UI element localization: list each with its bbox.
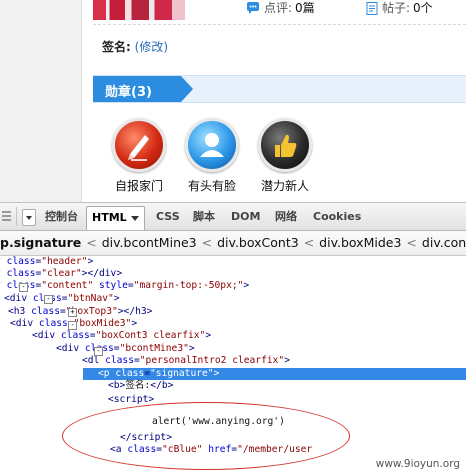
- breadcrumb-item[interactable]: p.signature: [0, 235, 81, 250]
- medal-item[interactable]: 自报家门: [104, 118, 174, 194]
- tree-node[interactable]: <script>: [108, 394, 154, 406]
- dropdown-button[interactable]: [22, 209, 36, 226]
- collapse-icon[interactable]: -: [44, 295, 53, 304]
- tree-node[interactable]: <dl class="personalIntro2 clearfix">: [82, 355, 290, 367]
- collapse-icon[interactable]: -: [68, 321, 77, 330]
- breadcrumb: p.signature < div.bcontMine3 < div.boxCont3 <…: [0, 231, 466, 256]
- breadcrumb-item[interactable]: div.content: [422, 235, 466, 250]
- post-stat: 帖子: 0个: [366, 0, 433, 16]
- post-stat-value: 0个: [413, 1, 433, 15]
- tab-dom[interactable]: DOM: [226, 207, 265, 227]
- tab-html-label: HTML: [92, 211, 127, 224]
- tree-node[interactable]: v class="header">: [0, 256, 93, 268]
- tree-node[interactable]: <div class="btnNav">: [4, 293, 120, 305]
- medal-item[interactable]: 潜力新人: [250, 118, 320, 194]
- thumbs-up-medal-icon: [258, 118, 312, 172]
- tab-net[interactable]: 网络: [270, 207, 302, 227]
- expand-icon[interactable]: +: [68, 308, 77, 317]
- devtools-panel: 控制台 HTML CSS 脚本 DOM 网络 Cookies p.signatu…: [0, 202, 466, 474]
- html-tree: v class="header">v class="clear"></div>v…: [0, 256, 466, 474]
- signature-edit-link[interactable]: (修改): [135, 40, 168, 54]
- tree-node[interactable]: v class="content" style="margin-top:-50p…: [0, 280, 249, 292]
- devtools-toolbar: 控制台 HTML CSS 脚本 DOM 网络 Cookies: [0, 203, 466, 231]
- web-page: 点评: 0篇 帖子: 0个 签名: (修改) 勋章(3) 自报家门 有头有脸 潜力新…: [0, 0, 466, 202]
- toolbar-separator: [16, 207, 17, 226]
- medal-label: 自报家门: [114, 179, 163, 193]
- medals-header: 勋章(3): [93, 75, 466, 103]
- tab-html[interactable]: HTML: [86, 206, 145, 230]
- divider: [93, 24, 466, 25]
- signature-label: 签名:: [102, 40, 131, 54]
- medal-item[interactable]: 有头有脸: [177, 118, 247, 194]
- medals-title: 勋章(3): [105, 85, 152, 100]
- tree-node[interactable]: <h3 class="boxTop3"></h3>: [8, 306, 152, 318]
- breadcrumb-item[interactable]: div.bcontMine3: [102, 235, 197, 250]
- pen-medal-icon: [112, 118, 166, 172]
- post-stat-label: 帖子:: [382, 1, 411, 15]
- tree-node[interactable]: v class="clear"></div>: [0, 268, 122, 280]
- medal-label: 潜力新人: [260, 179, 309, 193]
- breadcrumb-separator: <: [201, 235, 213, 250]
- tree-node[interactable]: </script>: [120, 432, 172, 444]
- tab-css[interactable]: CSS: [151, 207, 185, 227]
- tree-node[interactable]: <div class="boxCont3 clearfix">: [32, 330, 211, 342]
- signature-row: 签名: (修改): [102, 38, 168, 55]
- breadcrumb-item[interactable]: div.boxCont3: [217, 235, 299, 250]
- avatar-medal-icon: [185, 118, 239, 172]
- tree-node-selected[interactable]: <p class="signature">: [83, 368, 466, 380]
- chevron-down-icon[interactable]: [130, 215, 139, 221]
- tree-node[interactable]: <b>签名:</b>: [108, 380, 173, 392]
- breadcrumb-separator: <: [303, 235, 315, 250]
- left-sidebar: [0, 0, 82, 202]
- tab-cookies[interactable]: Cookies: [308, 207, 366, 227]
- breadcrumb-separator: <: [86, 235, 97, 250]
- breadcrumb-separator: <: [406, 235, 417, 250]
- comment-stat: 点评: 0篇: [246, 0, 315, 16]
- tab-console[interactable]: 控制台: [40, 207, 83, 227]
- avatar: [93, 0, 185, 20]
- tree-node[interactable]: alert('www.anying.org'): [152, 416, 285, 428]
- tree-node[interactable]: <div class="bcontMine3">: [56, 343, 195, 355]
- menu-icon[interactable]: [2, 211, 11, 221]
- tab-script[interactable]: 脚本: [188, 207, 220, 227]
- comment-stat-value: 0篇: [295, 1, 315, 15]
- breadcrumb-item[interactable]: div.boxMide3: [319, 235, 401, 250]
- collapse-icon[interactable]: -: [94, 347, 103, 356]
- medal-label: 有头有脸: [187, 179, 236, 193]
- watermark: www.9ioyun.org: [375, 458, 460, 470]
- comment-stat-label: 点评:: [264, 1, 293, 15]
- post-icon: [366, 2, 378, 15]
- collapse-icon[interactable]: -: [19, 283, 28, 292]
- comment-icon: [247, 2, 259, 14]
- tree-node[interactable]: <a class="cBlue" href="/member/user: [110, 444, 312, 456]
